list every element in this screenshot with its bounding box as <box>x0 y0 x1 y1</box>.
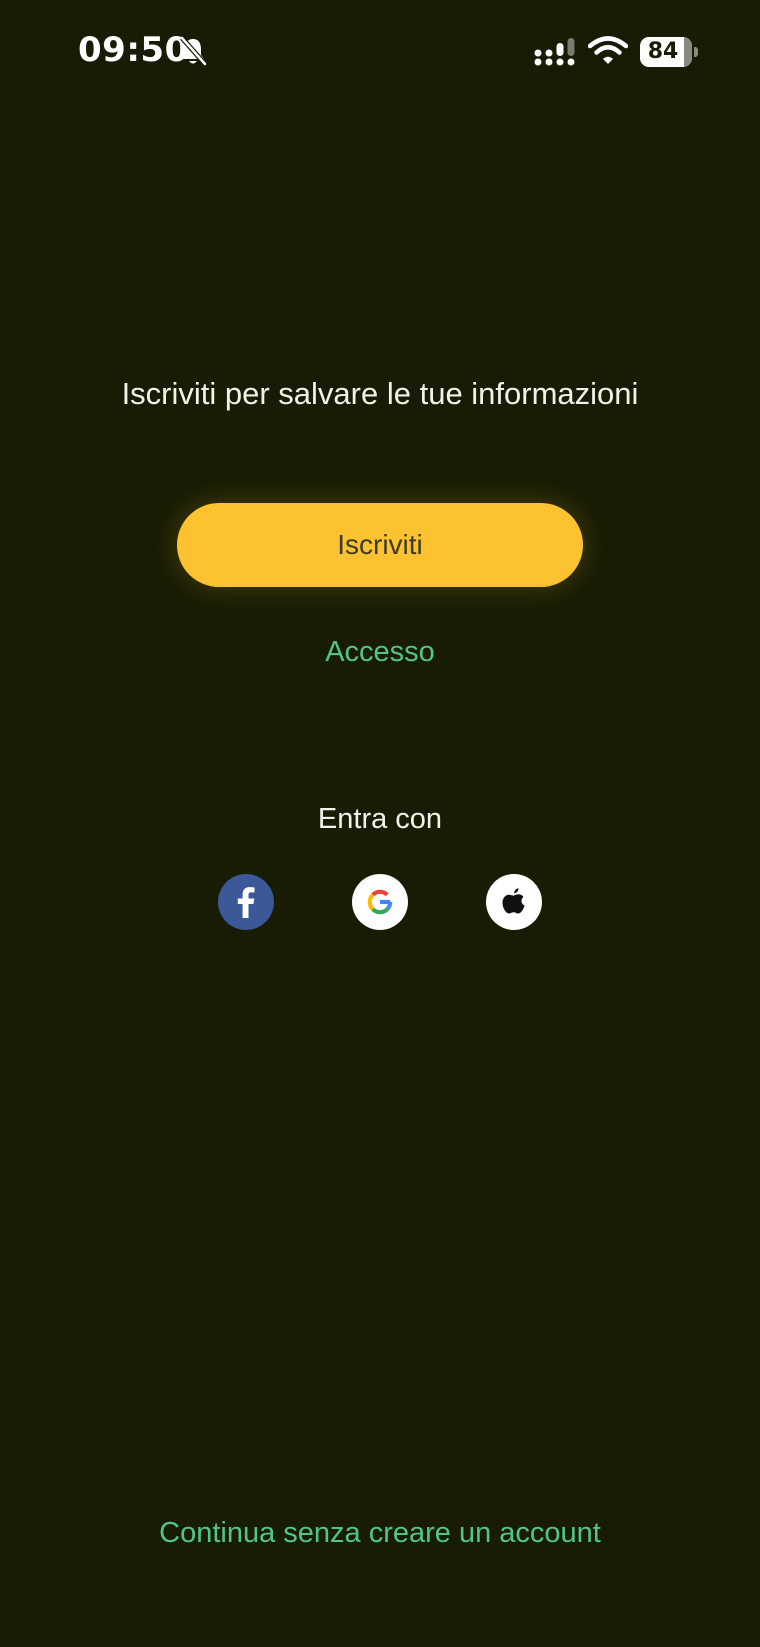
continue-without-account-link[interactable]: Continua senza creare un account <box>0 1517 760 1550</box>
signal-icon <box>534 38 575 66</box>
battery-cap <box>694 47 698 57</box>
wifi-icon <box>588 36 628 64</box>
battery-level: 84 <box>647 39 679 64</box>
google-icon <box>367 889 393 915</box>
facebook-icon <box>237 887 255 918</box>
battery-body: 84 <box>640 37 692 67</box>
battery-icon: 84 <box>640 37 698 67</box>
signup-screen: 09:50 84 Iscriviti per salvare le tue in… <box>0 0 760 1647</box>
facebook-login-button[interactable] <box>218 874 274 930</box>
status-bar: 09:50 84 <box>0 0 760 100</box>
login-link[interactable]: Accesso <box>280 636 480 669</box>
apple-icon <box>502 888 525 914</box>
google-login-button[interactable] <box>352 874 408 930</box>
apple-login-button[interactable] <box>486 874 542 930</box>
status-time: 09:50 <box>78 30 189 70</box>
bell-muted-icon <box>180 36 207 66</box>
social-login-label: Entra con <box>317 803 443 835</box>
headline: Iscriviti per salvare le tue informazion… <box>121 376 639 411</box>
signup-button[interactable]: Iscriviti <box>177 503 583 587</box>
